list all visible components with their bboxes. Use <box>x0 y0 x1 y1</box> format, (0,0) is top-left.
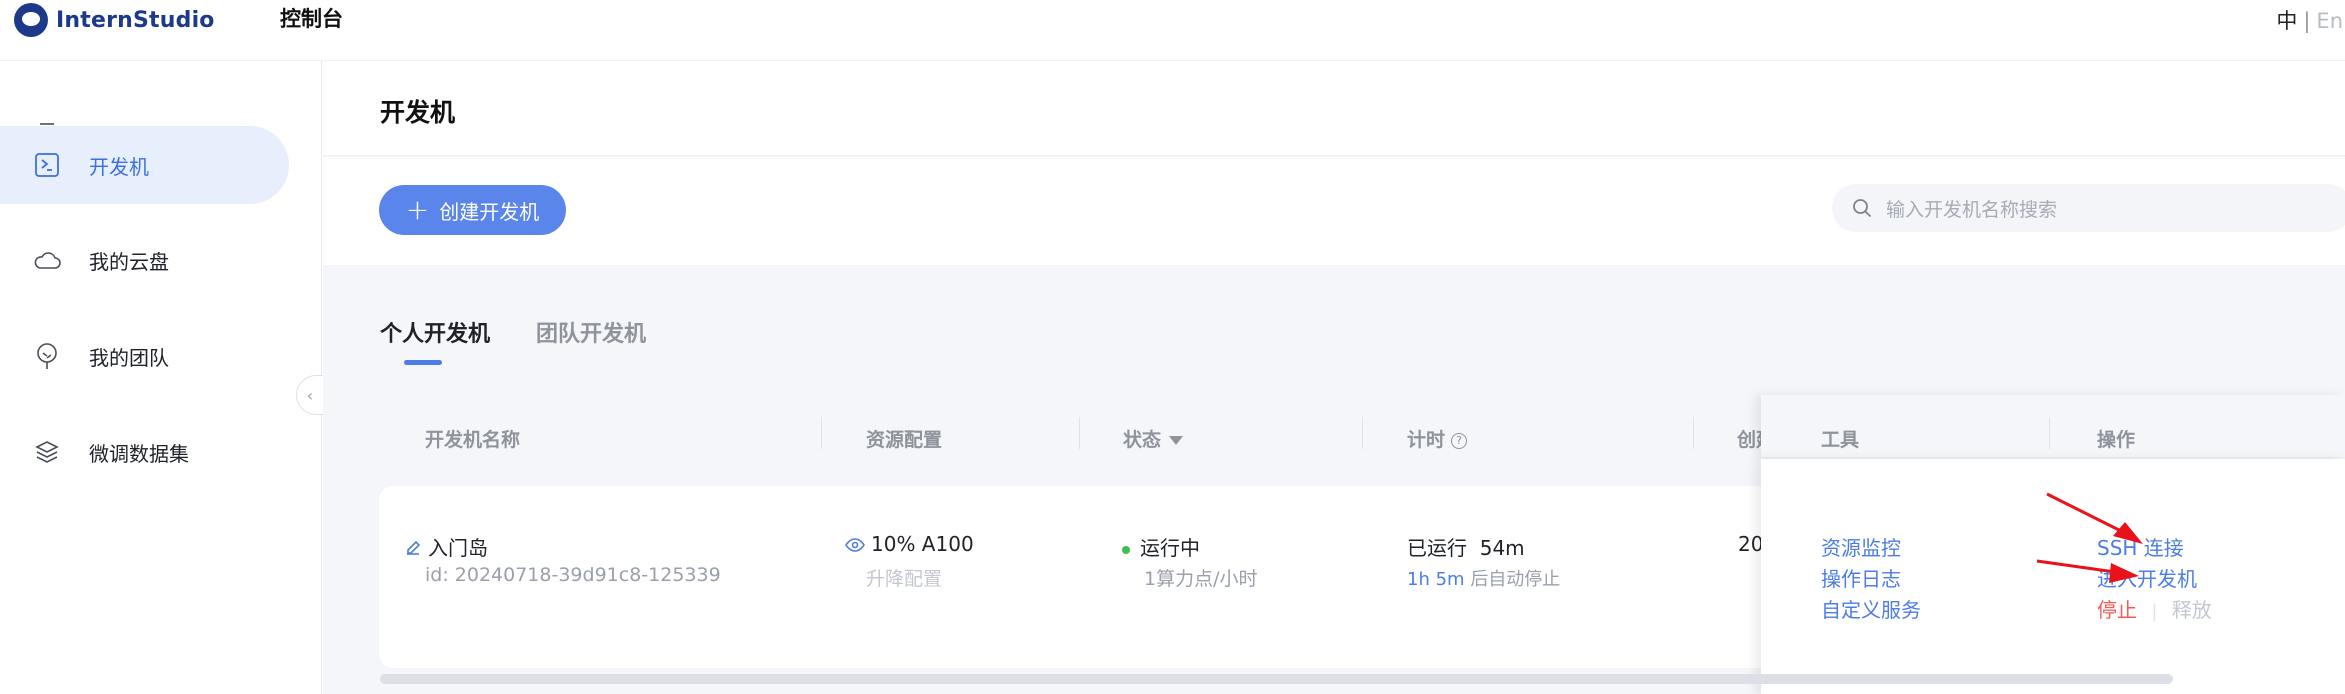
tool-custom-service[interactable]: 自定义服务 <box>1821 594 1921 623</box>
column-header-timer: 计时? <box>1407 425 1468 452</box>
sidebar-item-label: 开发机 <box>89 154 149 179</box>
sidebar-item-cloud-drive[interactable]: 我的云盘 <box>0 221 289 299</box>
sidebar: 首页 开发机 我的云盘 我的团队 微调数据集 ‹ <box>0 61 324 694</box>
running-time-value: 54m <box>1479 536 1525 560</box>
sidebar-item-dev-machine[interactable]: 开发机 <box>0 126 289 204</box>
column-divider <box>821 417 822 449</box>
plus-icon: + <box>405 193 430 226</box>
auto-stop-info: 1h 5m 后自动停止 <box>1407 565 1560 591</box>
top-bar: InternStudio 控制台 中 | En <box>0 0 2345 61</box>
dev-machine-name-text: 入门岛 <box>428 536 488 560</box>
lang-separator: | <box>2303 9 2311 33</box>
filter-icon[interactable] <box>1169 436 1184 445</box>
running-label: 已运行 <box>1407 536 1467 560</box>
search-icon <box>1853 199 1872 218</box>
search-input[interactable]: 输入开发机名称搜索 <box>1832 184 2345 232</box>
edit-icon[interactable] <box>404 539 422 557</box>
column-divider <box>2049 417 2050 449</box>
resource-config-text: 10% A100 <box>871 532 974 556</box>
sidebar-item-label: 我的团队 <box>89 345 169 370</box>
billing-rate: 1算力点/小时 <box>1144 568 1258 590</box>
help-icon[interactable]: ? <box>1451 432 1468 449</box>
running-time: 已运行 54m <box>1407 532 1525 561</box>
tab-team[interactable]: 团队开发机 <box>536 316 646 348</box>
auto-stop-time: 1h 5m <box>1407 569 1465 590</box>
language-switcher: 中 | En <box>2276 5 2343 35</box>
tree-icon <box>33 342 61 370</box>
tool-operation-log[interactable]: 操作日志 <box>1821 563 1901 592</box>
create-button-label: 创建开发机 <box>439 199 540 224</box>
create-dev-machine-button[interactable]: + 创建开发机 <box>379 185 566 235</box>
column-divider <box>1079 417 1080 449</box>
sidebar-item-label: 我的云盘 <box>89 249 169 274</box>
layers-icon <box>33 438 61 466</box>
terminal-icon <box>33 151 61 179</box>
timer-header-label: 计时 <box>1407 429 1446 451</box>
page-title: 开发机 <box>380 98 456 127</box>
eye-icon[interactable] <box>845 537 865 553</box>
status-dot <box>1122 545 1130 554</box>
status-value: 运行中 <box>1122 532 1200 561</box>
dev-machine-name: 入门岛 <box>404 532 488 561</box>
stop-link[interactable]: 停止 <box>2097 598 2137 622</box>
sidebar-item-label: 微调数据集 <box>89 441 189 466</box>
release-link[interactable]: 释放 <box>2172 598 2212 622</box>
sidebar-item-datasets[interactable]: 微调数据集 <box>0 413 289 491</box>
horizontal-scrollbar[interactable] <box>380 674 2173 684</box>
active-tab-indicator <box>404 360 442 365</box>
column-header-status[interactable]: 状态 <box>1123 425 1184 452</box>
upgrade-config-link[interactable]: 升降配置 <box>866 564 942 591</box>
page-header: 开发机 <box>323 61 2345 156</box>
dev-machine-id: id: 20240718-39d91c8-125339 <box>425 564 721 586</box>
column-header-actions: 操作 <box>2097 429 2136 451</box>
sidebar-item-team[interactable]: 我的团队 <box>0 317 289 395</box>
sidebar-collapse-button[interactable]: ‹ <box>296 375 324 415</box>
chevron-left-icon: ‹ <box>306 385 314 405</box>
logo-text: InternStudio <box>56 7 215 33</box>
search-placeholder: 输入开发机名称搜索 <box>1886 198 2058 221</box>
lang-en[interactable]: En <box>2316 9 2343 33</box>
status-header-label: 状态 <box>1123 429 1162 451</box>
auto-stop-label: 后自动停止 <box>1470 569 1561 590</box>
console-title[interactable]: 控制台 <box>280 3 343 33</box>
logo[interactable]: InternStudio <box>14 0 215 40</box>
cloud-icon <box>33 246 61 274</box>
annotation-arrow-icon <box>2036 559 2139 583</box>
action-separator: | <box>2151 601 2158 622</box>
column-header-name: 开发机名称 <box>425 429 521 451</box>
resource-config: 10% A100 <box>845 532 974 556</box>
column-header-tools: 工具 <box>1821 429 1860 451</box>
column-divider <box>1693 417 1694 449</box>
status-text: 运行中 <box>1140 536 1200 560</box>
column-divider <box>1362 417 1363 449</box>
main-content: 开发机 + 创建开发机 输入开发机名称搜索 个人开发机 团队开发机 开发机名称 … <box>323 61 2345 694</box>
tool-resource-monitor[interactable]: 资源监控 <box>1821 532 1901 561</box>
logo-icon <box>14 3 48 37</box>
tab-bar: 个人开发机 团队开发机 <box>380 316 692 348</box>
column-header-resource: 资源配置 <box>866 429 943 451</box>
lang-zh[interactable]: 中 <box>2276 9 2297 33</box>
tab-personal[interactable]: 个人开发机 <box>380 316 490 348</box>
